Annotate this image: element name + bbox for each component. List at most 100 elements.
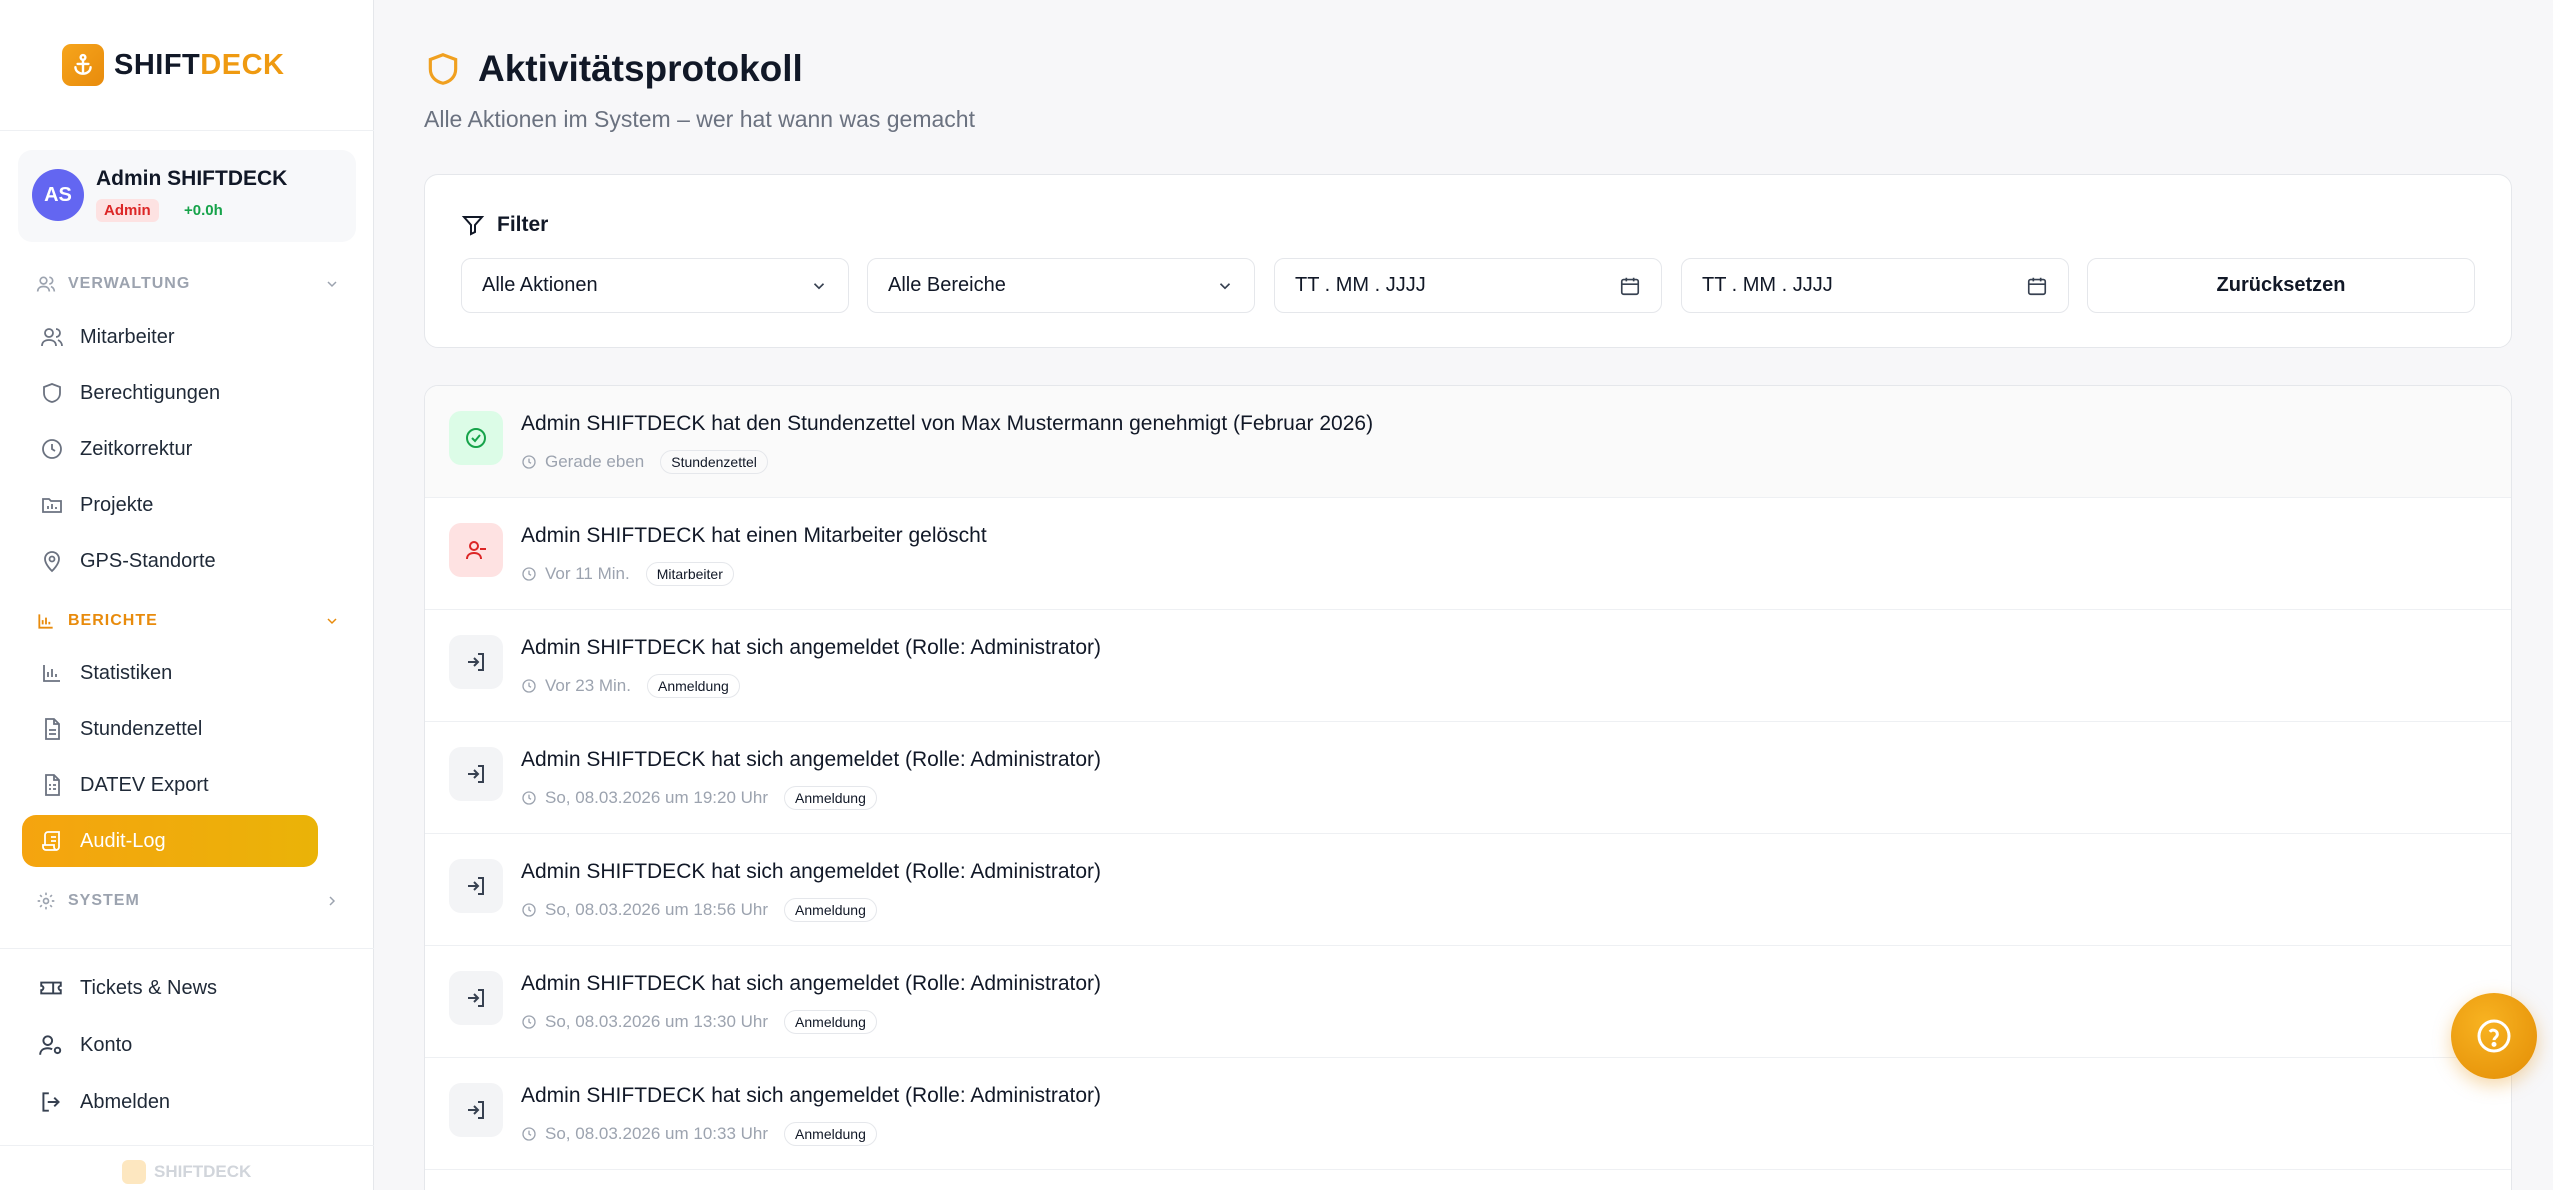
- date-from-input[interactable]: TT . MM . JJJJ: [1274, 258, 1662, 313]
- bar-chart-icon: [43, 665, 60, 682]
- chevron-down-icon: [813, 282, 825, 289]
- entry-tag: Mitarbeiter: [645, 562, 734, 586]
- chevron-down-icon: [1219, 282, 1231, 289]
- section-label: SYSTEM: [68, 892, 140, 909]
- filter-heading: Filter: [461, 213, 548, 237]
- sidebar-footer-label: SHIFTDECK: [154, 1162, 252, 1181]
- sidebar-item-gps-standorte[interactable]: GPS-Standorte: [22, 535, 318, 587]
- entry-text: Admin SHIFTDECK hat einen Mitarbeiter ge…: [521, 524, 987, 547]
- action-select[interactable]: Alle Aktionen: [461, 258, 849, 313]
- sidebar-item-label: Stundenzettel: [80, 717, 203, 740]
- list-item[interactable]: Admin SHIFTDECK hat sich angemeldet (Rol…: [425, 610, 2511, 722]
- entry-text: Admin SHIFTDECK hat sich angemeldet (Rol…: [521, 636, 1102, 659]
- sidebar-item-label: Abmelden: [80, 1090, 171, 1113]
- section-label: BERICHTE: [68, 612, 158, 629]
- calendar-icon[interactable]: [1619, 275, 1641, 297]
- sidebar-item-zeitkorrektur[interactable]: Zeitkorrektur: [22, 423, 318, 475]
- help-circle-icon: [2477, 1019, 2511, 1053]
- entry-time: So, 08.03.2026 um 18:56 Uhr: [545, 900, 769, 919]
- date-to-placeholder: TT . MM . JJJJ: [1702, 274, 1833, 296]
- logout-icon: [42, 1092, 60, 1112]
- map-pin-icon: [44, 551, 60, 573]
- sidebar-item-datev-export[interactable]: DATEV Export: [22, 759, 318, 811]
- area-select-value: Alle Bereiche: [888, 274, 1006, 296]
- role-badge: Admin: [96, 199, 159, 222]
- entry-meta: So, 08.03.2026 um 19:20 Uhr Anmeldung: [521, 786, 877, 810]
- sidebar-item-label: Konto: [80, 1033, 133, 1056]
- sidebar-item-label: Mitarbeiter: [80, 325, 175, 348]
- section-berichte[interactable]: BERICHTE: [36, 611, 340, 631]
- entry-time: Vor 11 Min.: [545, 564, 630, 583]
- clock-icon: [522, 567, 536, 581]
- user-minus-icon: [449, 523, 503, 577]
- entry-time: So, 08.03.2026 um 19:20 Uhr: [545, 788, 769, 807]
- date-from-placeholder: TT . MM . JJJJ: [1295, 274, 1426, 296]
- chevron-down-icon: [327, 618, 337, 625]
- brand-logo[interactable]: SHIFTDECK: [62, 44, 284, 86]
- clock-icon: [522, 679, 536, 693]
- page-subtitle: Alle Aktionen im System – wer hat wann w…: [424, 106, 975, 132]
- login-icon: [449, 635, 503, 689]
- list-item[interactable]: Admin SHIFTDECK hat sich angemeldet (Rol…: [425, 834, 2511, 946]
- entry-time: So, 08.03.2026 um 10:33 Uhr: [545, 1124, 769, 1143]
- anchor-icon: [122, 1160, 146, 1184]
- sidebar-item-tickets-news[interactable]: Tickets & News: [22, 962, 318, 1014]
- reset-button[interactable]: Zurücksetzen: [2087, 258, 2475, 313]
- sidebar: SHIFTDECK AS Admin SHIFTDECK Admin +0.0h…: [0, 0, 374, 1190]
- list-item[interactable]: Admin SHIFTDECK hat sich angemeldet (Rol…: [425, 1058, 2511, 1170]
- sidebar-item-statistiken[interactable]: Statistiken: [22, 647, 318, 699]
- entry-tag: Anmeldung: [647, 674, 740, 698]
- sidebar-item-berechtigungen[interactable]: Berechtigungen: [22, 367, 318, 419]
- shield-icon: [428, 53, 458, 85]
- list-item[interactable]: Admin SHIFTDECK hat den Stundenzettel vo…: [425, 386, 2511, 498]
- anchor-icon: [62, 44, 104, 86]
- sidebar-item-stundenzettel[interactable]: Stundenzettel: [22, 703, 318, 755]
- divider: [0, 948, 374, 949]
- page-title: Aktivitätsprotokoll: [478, 48, 803, 89]
- gear-icon: [37, 892, 55, 910]
- user-name: Admin SHIFTDECK: [96, 167, 288, 190]
- file-spreadsheet-icon: [45, 774, 60, 796]
- area-select[interactable]: Alle Bereiche: [867, 258, 1255, 313]
- section-label: VERWALTUNG: [68, 275, 191, 292]
- help-button[interactable]: [2451, 993, 2537, 1079]
- clock-icon: [522, 1015, 536, 1029]
- sidebar-item-label: Statistiken: [80, 661, 173, 684]
- users-icon: [41, 328, 63, 347]
- sidebar-item-mitarbeiter[interactable]: Mitarbeiter: [22, 311, 318, 363]
- sidebar-item-audit-log[interactable]: Audit-Log: [22, 815, 318, 867]
- entry-tag: Anmeldung: [784, 898, 877, 922]
- hours-balance: +0.0h: [184, 202, 223, 219]
- section-verwaltung[interactable]: VERWALTUNG: [36, 274, 340, 294]
- entry-meta: Gerade eben Stundenzettel: [521, 450, 768, 474]
- entry-meta: Vor 11 Min. Mitarbeiter: [521, 562, 734, 586]
- date-to-input[interactable]: TT . MM . JJJJ: [1681, 258, 2069, 313]
- list-item[interactable]: Admin SHIFTDECK hat einen Mitarbeiter ge…: [425, 498, 2511, 610]
- calendar-icon[interactable]: [2026, 275, 2048, 297]
- list-item[interactable]: Admin SHIFTDECK hat sich angemeldet (Rol…: [425, 946, 2511, 1058]
- section-system[interactable]: SYSTEM: [36, 891, 340, 911]
- scroll-icon: [42, 831, 60, 851]
- divider: [0, 130, 374, 131]
- list-item[interactable]: Admin SHIFTDECK hat sich angemeldet (Rol…: [425, 722, 2511, 834]
- entry-tag: Anmeldung: [784, 786, 877, 810]
- entry-tag: Anmeldung: [784, 1122, 877, 1146]
- sidebar-item-label: Tickets & News: [80, 976, 218, 999]
- login-icon: [449, 859, 503, 913]
- entry-text: Admin SHIFTDECK hat sich angemeldet (Rol…: [521, 972, 1102, 995]
- ticket-icon: [40, 981, 62, 995]
- sidebar-item-projekte[interactable]: Projekte: [22, 479, 318, 531]
- sidebar-item-label: Projekte: [80, 493, 154, 516]
- action-select-value: Alle Aktionen: [482, 274, 598, 296]
- sidebar-item-abmelden[interactable]: Abmelden: [22, 1076, 318, 1128]
- clock-icon: [522, 791, 536, 805]
- sidebar-item-konto[interactable]: Konto: [22, 1019, 318, 1071]
- entry-text: Admin SHIFTDECK hat den Stundenzettel vo…: [521, 412, 1374, 435]
- brand-name: SHIFTDECK: [114, 48, 285, 81]
- entry-text: Admin SHIFTDECK hat sich angemeldet (Rol…: [521, 860, 1102, 883]
- sidebar-item-label: Zeitkorrektur: [80, 437, 193, 460]
- sidebar-item-label: Berechtigungen: [80, 381, 221, 404]
- user-card[interactable]: AS Admin SHIFTDECK Admin +0.0h: [18, 150, 356, 242]
- page-header: Aktivitätsprotokoll: [424, 48, 803, 90]
- clock-icon: [522, 1127, 536, 1141]
